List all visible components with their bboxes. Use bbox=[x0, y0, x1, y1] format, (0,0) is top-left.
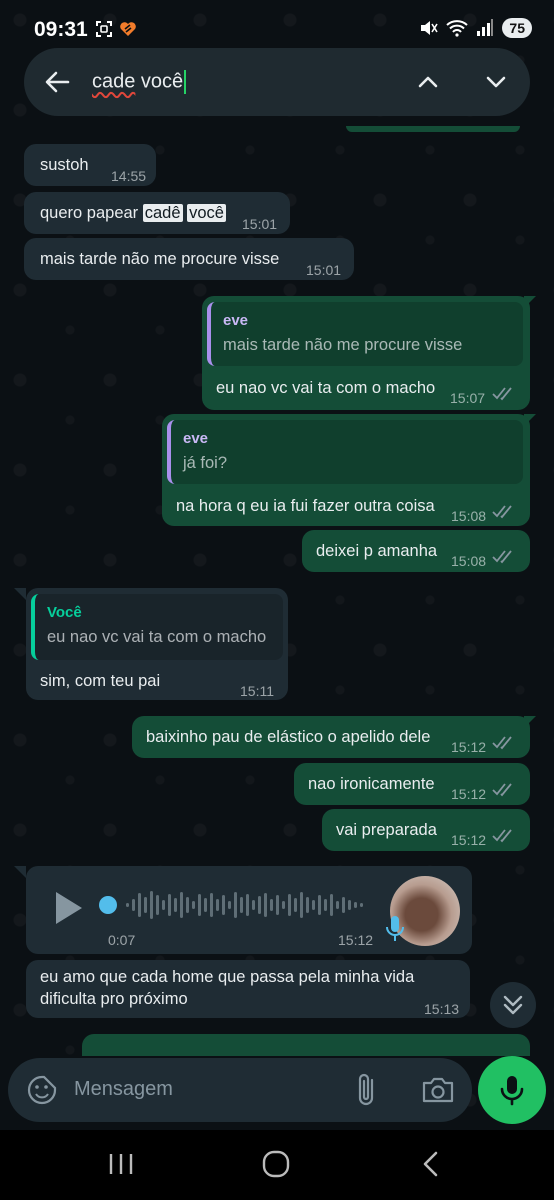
voice-message[interactable]: 0:07 15:12 bbox=[26, 866, 472, 954]
read-receipt-icon bbox=[492, 550, 512, 564]
status-time: 09:31 bbox=[34, 18, 88, 41]
incoming-message[interactable]: Você eu nao vc vai ta com o macho sim, c… bbox=[26, 588, 288, 700]
message-text: eu nao vc vai ta com o macho bbox=[216, 379, 436, 397]
search-query-rest: você bbox=[135, 70, 184, 93]
search-match-highlight: cadê bbox=[142, 204, 183, 222]
status-system-icons: 75 bbox=[418, 18, 532, 38]
message-text: baixinho pau de elástico o apelido dele bbox=[146, 728, 431, 746]
message-time: 15:07 bbox=[450, 390, 486, 406]
back-arrow-icon[interactable] bbox=[42, 66, 74, 98]
message-text: mais tarde não me procure visse bbox=[40, 250, 280, 268]
signal-icon bbox=[477, 19, 494, 36]
screenshot-icon bbox=[95, 20, 113, 38]
incoming-message[interactable]: quero papear cadê você 15:01 bbox=[24, 192, 290, 234]
message-time: 15:12 bbox=[451, 739, 487, 755]
message-time: 15:12 bbox=[451, 786, 487, 802]
microphone-icon bbox=[500, 1076, 524, 1106]
quoted-author: Você bbox=[47, 604, 82, 621]
quoted-message[interactable]: Você eu nao vc vai ta com o macho bbox=[31, 594, 283, 660]
outgoing-message[interactable]: vai preparada 15:12 bbox=[322, 809, 530, 851]
search-input[interactable]: cade você bbox=[92, 70, 187, 94]
system-navigation-bar bbox=[0, 1130, 554, 1200]
message-text: vai preparada bbox=[336, 821, 437, 839]
message-time: 15:12 bbox=[338, 932, 374, 948]
quoted-author: eve bbox=[183, 430, 209, 447]
message-time: 15:01 bbox=[242, 216, 278, 232]
bubble-tail bbox=[14, 588, 26, 600]
quoted-message[interactable]: eve já foi? bbox=[167, 420, 523, 484]
camera-icon[interactable] bbox=[420, 1074, 456, 1106]
bubble-tail bbox=[14, 866, 26, 878]
quoted-message[interactable]: eve mais tarde não me procure visse bbox=[207, 302, 523, 366]
message-text-part: quero papear bbox=[40, 204, 143, 222]
message-text: na hora q eu ia fui fazer outra coisa bbox=[176, 497, 435, 515]
message-text-line: dificulta pro próximo bbox=[40, 990, 188, 1008]
outgoing-message[interactable]: eve já foi? na hora q eu ia fui fazer ou… bbox=[162, 414, 530, 526]
incoming-message[interactable]: sustoh 14:55 bbox=[24, 144, 156, 186]
read-receipt-icon bbox=[492, 829, 512, 843]
message-text: sim, com teu pai bbox=[40, 672, 161, 690]
sticker-emoji-icon[interactable] bbox=[26, 1074, 58, 1106]
message-text: deixei p amanha bbox=[316, 542, 438, 560]
message-composer[interactable]: Mensagem bbox=[8, 1058, 472, 1122]
mute-icon bbox=[421, 21, 439, 35]
voice-duration: 0:07 bbox=[108, 932, 136, 948]
read-receipt-icon bbox=[492, 505, 512, 519]
chevron-down-icon[interactable] bbox=[480, 66, 512, 98]
outgoing-message[interactable]: eve mais tarde não me procure visse eu n… bbox=[202, 296, 530, 410]
message-time: 15:01 bbox=[306, 262, 342, 278]
message-time: 15:12 bbox=[451, 832, 487, 848]
chevron-up-icon[interactable] bbox=[412, 66, 444, 98]
quoted-text: mais tarde não me procure visse bbox=[223, 336, 463, 354]
message-text: sustoh bbox=[40, 156, 89, 174]
paperclip-icon[interactable] bbox=[352, 1072, 384, 1108]
playback-position-handle[interactable] bbox=[99, 896, 117, 914]
double-chevron-down-icon bbox=[503, 995, 523, 1015]
message-time: 15:13 bbox=[424, 1001, 460, 1017]
message-text-line: eu amo que cada home que passa pela minh… bbox=[40, 968, 415, 986]
text-cursor bbox=[184, 70, 187, 94]
read-receipt-icon bbox=[492, 736, 512, 750]
battery-indicator: 75 bbox=[502, 18, 532, 38]
app-notification-icon bbox=[119, 20, 137, 38]
status-notification-icons bbox=[95, 20, 137, 38]
wifi-icon bbox=[446, 20, 469, 37]
search-match-highlight: você bbox=[187, 204, 226, 222]
message-time: 15:08 bbox=[451, 553, 487, 569]
back-icon[interactable] bbox=[420, 1150, 442, 1178]
search-bar: cade você bbox=[24, 48, 530, 116]
previous-message-edge bbox=[346, 126, 520, 132]
quoted-text: eu nao vc vai ta com o macho bbox=[47, 628, 267, 646]
scroll-to-bottom-button[interactable] bbox=[490, 982, 536, 1028]
microphone-icon bbox=[386, 916, 404, 941]
message-text: quero papear cadê você bbox=[40, 202, 226, 224]
message-text: nao ironicamente bbox=[308, 775, 435, 793]
outgoing-message[interactable]: baixinho pau de elástico o apelido dele … bbox=[132, 716, 530, 758]
outgoing-message[interactable]: deixei p amanha 15:08 bbox=[302, 530, 530, 572]
outgoing-message[interactable]: nao ironicamente 15:12 bbox=[294, 763, 530, 805]
message-time: 15:08 bbox=[451, 508, 487, 524]
incoming-message[interactable]: mais tarde não me procure visse 15:01 bbox=[24, 238, 354, 280]
message-time: 14:55 bbox=[111, 168, 147, 184]
read-receipt-icon bbox=[492, 387, 512, 401]
next-message-edge bbox=[82, 1034, 530, 1056]
recent-apps-icon[interactable] bbox=[108, 1152, 134, 1176]
message-time: 15:11 bbox=[240, 683, 274, 699]
read-receipt-icon bbox=[492, 783, 512, 797]
quoted-text: já foi? bbox=[183, 454, 228, 472]
audio-waveform[interactable] bbox=[122, 888, 372, 922]
message-input[interactable]: Mensagem bbox=[74, 1078, 173, 1101]
play-icon[interactable] bbox=[52, 888, 86, 928]
voice-record-button[interactable] bbox=[478, 1056, 546, 1124]
home-icon[interactable] bbox=[262, 1150, 290, 1178]
quoted-author: eve bbox=[223, 312, 249, 329]
search-query-misspelled-word: cade bbox=[92, 70, 136, 93]
incoming-message[interactable]: eu amo que cada home que passa pela minh… bbox=[26, 960, 470, 1018]
